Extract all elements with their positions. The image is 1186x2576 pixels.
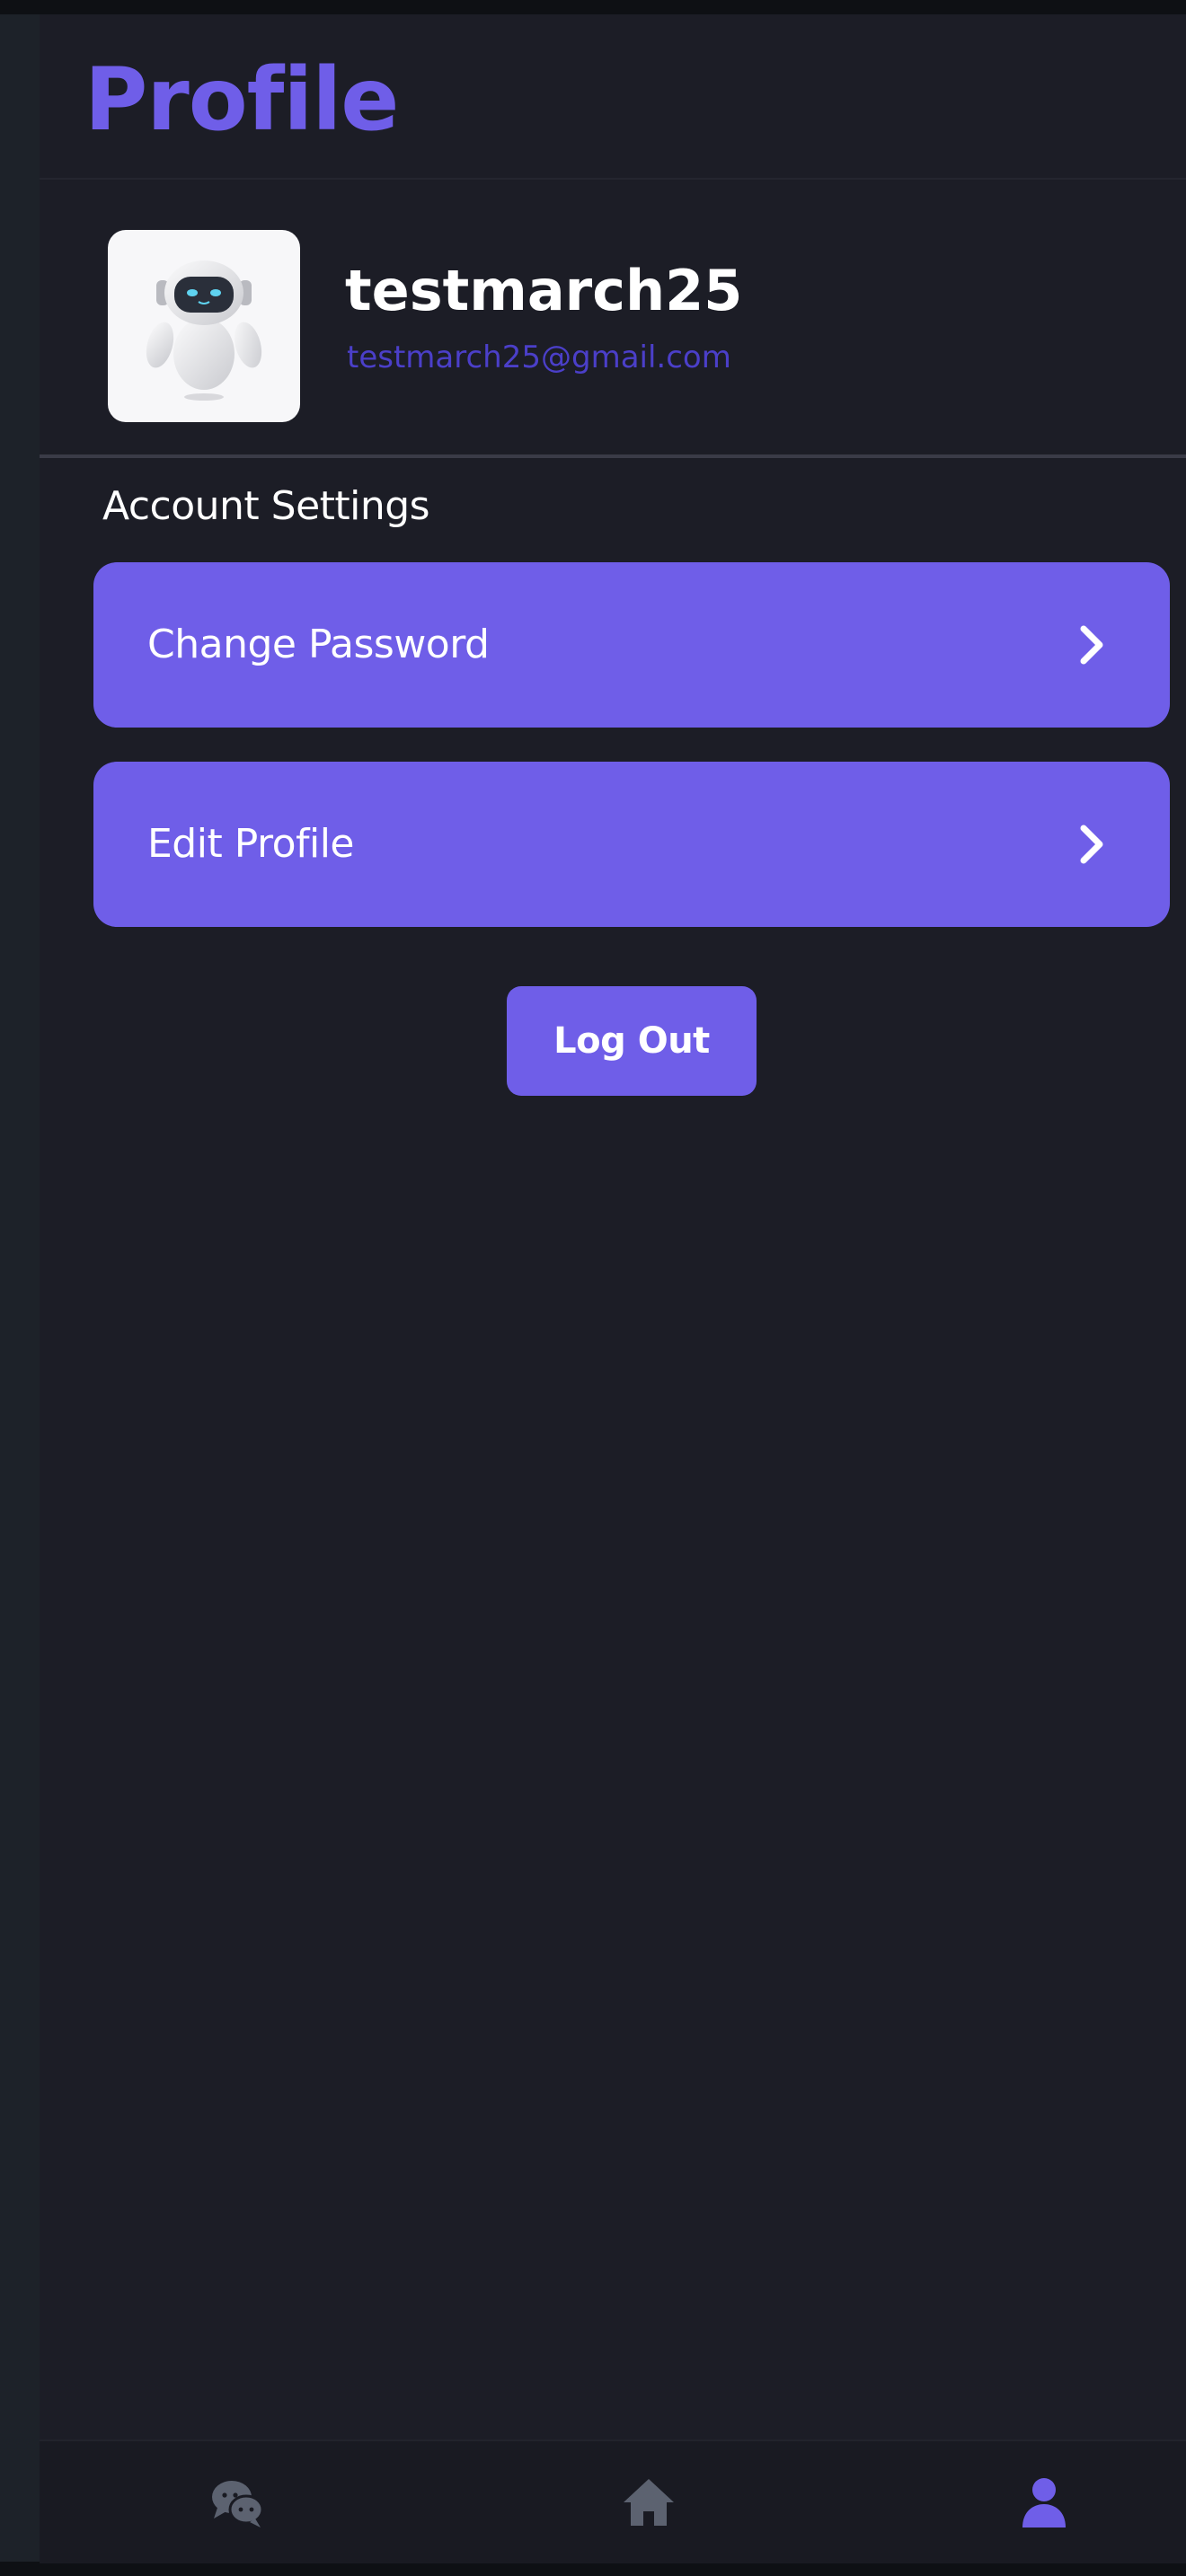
logout-button[interactable]: Log Out	[507, 986, 757, 1096]
change-password-label: Change Password	[147, 622, 490, 667]
edit-profile-label: Edit Profile	[147, 821, 355, 867]
robot-avatar-icon	[108, 230, 300, 422]
tab-chat[interactable]	[183, 2441, 291, 2563]
user-card: testmarch25 testmarch25@gmail.com	[40, 180, 1186, 458]
device-frame: Profile testmarch25 testmarch25@gmail.co…	[0, 0, 1186, 2576]
chat-bubbles-icon	[212, 2481, 264, 2527]
user-icon	[1022, 2478, 1066, 2527]
change-password-button[interactable]: Change Password	[93, 562, 1170, 728]
chevron-right-icon	[1064, 817, 1118, 871]
header: Profile	[40, 14, 1186, 180]
left-edge-strip	[0, 14, 40, 2562]
home-icon	[624, 2479, 674, 2526]
edit-profile-button[interactable]: Edit Profile	[93, 762, 1170, 927]
tab-profile[interactable]	[990, 2441, 1098, 2563]
chevron-right-icon	[1064, 618, 1118, 672]
tab-home[interactable]	[595, 2441, 703, 2563]
account-settings-heading: Account Settings	[102, 483, 430, 529]
profile-screen: Profile testmarch25 testmarch25@gmail.co…	[40, 14, 1186, 2563]
bottom-tab-bar	[40, 2439, 1186, 2563]
username: testmarch25	[345, 258, 743, 323]
user-email: testmarch25@gmail.com	[347, 340, 731, 375]
page-title: Profile	[84, 49, 399, 150]
